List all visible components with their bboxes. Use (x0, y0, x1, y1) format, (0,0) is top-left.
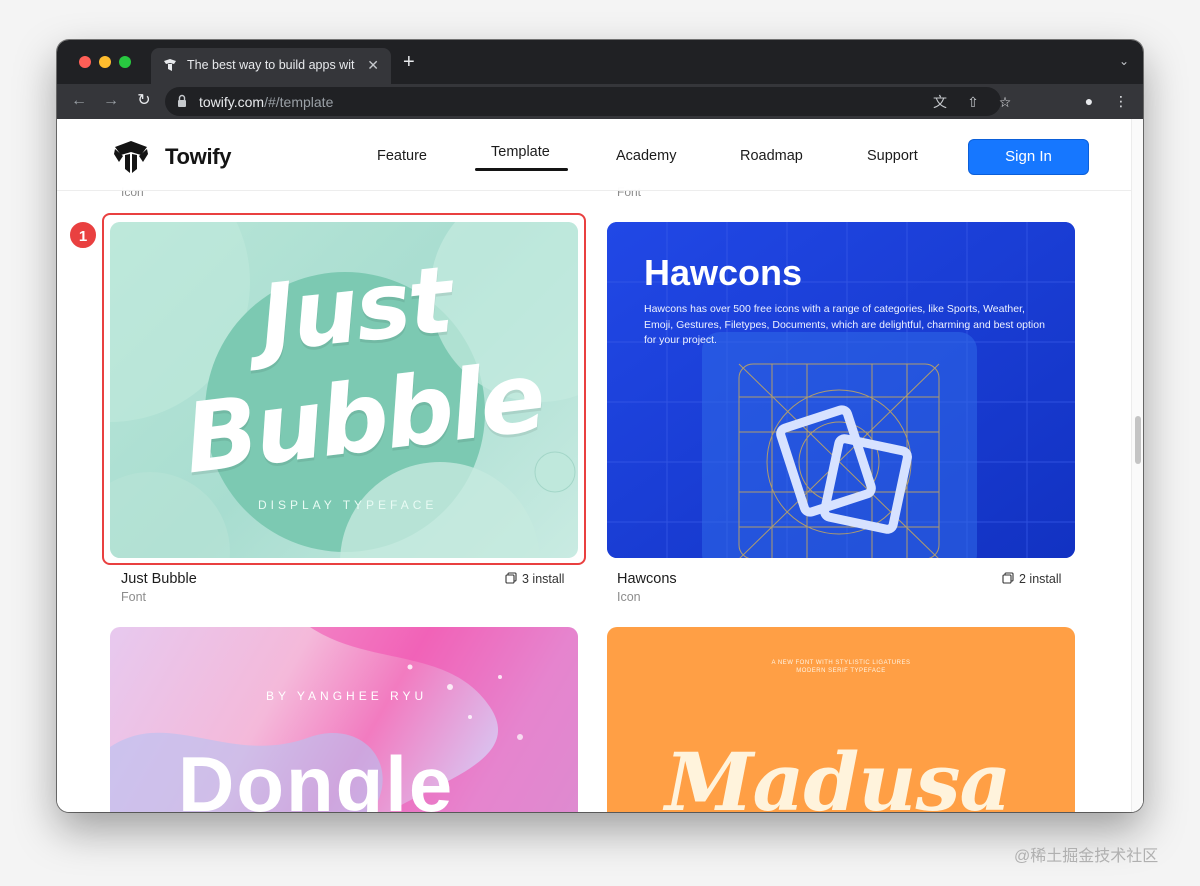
hawcons-description: Hawcons has over 500 free icons with a r… (644, 303, 1045, 346)
url-path: /#/template (264, 94, 334, 110)
template-card-image-madusa[interactable]: A NEW FONT WITH STYLISTIC LIGATURES MODE… (607, 627, 1075, 812)
url-host: towify.com (199, 94, 265, 110)
share-icon[interactable]: ⇧ (963, 92, 983, 112)
browser-tab[interactable]: The best way to build apps wit ✕ (151, 48, 391, 84)
install-count: 2 install (1019, 572, 1062, 586)
annotation-highlight-box (102, 213, 586, 565)
card-category-hawcons: Icon (617, 590, 641, 604)
dongle-word: Dongle (178, 740, 455, 812)
copy-icon (1002, 572, 1014, 584)
scrollbar-thumb[interactable] (1135, 416, 1141, 464)
close-tab-icon[interactable]: ✕ (367, 56, 379, 74)
tab-bar: The best way to build apps wit ✕ + ⌄ (57, 40, 1143, 84)
copy-icon (505, 572, 517, 584)
card-title-hawcons[interactable]: Hawcons (617, 571, 677, 587)
card-installs-just-bubble: 3 install (505, 572, 564, 586)
back-arrow-icon[interactable]: ← (69, 91, 89, 111)
card-title-just-bubble[interactable]: Just Bubble (121, 571, 197, 587)
card-installs-hawcons: 2 install (1002, 572, 1061, 586)
minimize-window-button[interactable] (99, 56, 111, 68)
template-card-image-hawcons[interactable]: Hawcons Hawcons has over 500 free icons … (607, 222, 1075, 558)
site-header: Towify Feature Template Academy Roadmap … (57, 119, 1131, 191)
nav-academy[interactable]: Academy (616, 148, 676, 164)
logo-text[interactable]: Towify (165, 144, 232, 170)
profile-avatar-icon[interactable]: ● (1079, 91, 1099, 111)
browser-menu-icon[interactable]: ⋮ (1111, 91, 1131, 111)
dongle-byline: BY YANGHEE RYU (266, 689, 428, 703)
nav-roadmap[interactable]: Roadmap (740, 148, 803, 164)
screenshot-stage: The best way to build apps wit ✕ + ⌄ ← →… (0, 0, 1200, 886)
install-count: 3 install (522, 572, 565, 586)
maximize-window-button[interactable] (119, 56, 131, 68)
new-tab-icon[interactable]: + (403, 52, 415, 72)
close-window-button[interactable] (79, 56, 91, 68)
nav-active-underline (475, 168, 568, 171)
page-scrollbar[interactable] (1131, 119, 1143, 812)
annotation-step-badge: 1 (68, 220, 98, 250)
watermark-text: @稀土掘金技术社区 (1014, 848, 1159, 865)
address-bar[interactable]: towify.com/#/template 文 ⇧ ☆ (165, 87, 1011, 116)
lock-icon (178, 94, 186, 107)
tab-search-chevron-icon[interactable]: ⌄ (1119, 54, 1129, 68)
forward-arrow-icon[interactable]: → (101, 91, 121, 111)
bookmark-star-icon[interactable]: ☆ (995, 92, 1015, 112)
madusa-tagline-1: A NEW FONT WITH STYLISTIC LIGATURES (771, 660, 911, 666)
towify-logo-icon[interactable] (113, 140, 149, 174)
madusa-word: Madusa (665, 735, 1011, 812)
sign-in-button[interactable]: Sign In (968, 139, 1089, 175)
hawcons-heading: Hawcons (644, 252, 803, 293)
page-viewport: Icon Font Just Bubble DISPLAY TYPEFACE J… (57, 119, 1143, 812)
browser-toolbar: ← → ↻ towify.com/#/template 文 ⇧ ☆ ● ⋮ (57, 84, 1143, 119)
browser-window: The best way to build apps wit ✕ + ⌄ ← →… (57, 40, 1143, 812)
template-card-image-dongle[interactable]: BY YANGHEE RYU Dongle (110, 627, 578, 812)
translate-icon[interactable]: 文 (930, 92, 950, 112)
card-category-just-bubble: Font (121, 590, 147, 604)
reload-icon[interactable]: ↻ (134, 91, 154, 111)
nav-template[interactable]: Template (491, 144, 550, 160)
nav-feature[interactable]: Feature (377, 148, 427, 164)
url-text: towify.com/#/template (199, 94, 333, 110)
towify-favicon-icon (164, 59, 176, 71)
madusa-tagline-2: MODERN SERIF TYPEFACE (796, 668, 886, 674)
nav-support[interactable]: Support (867, 148, 918, 164)
tab-title: The best way to build apps wit (187, 58, 355, 72)
